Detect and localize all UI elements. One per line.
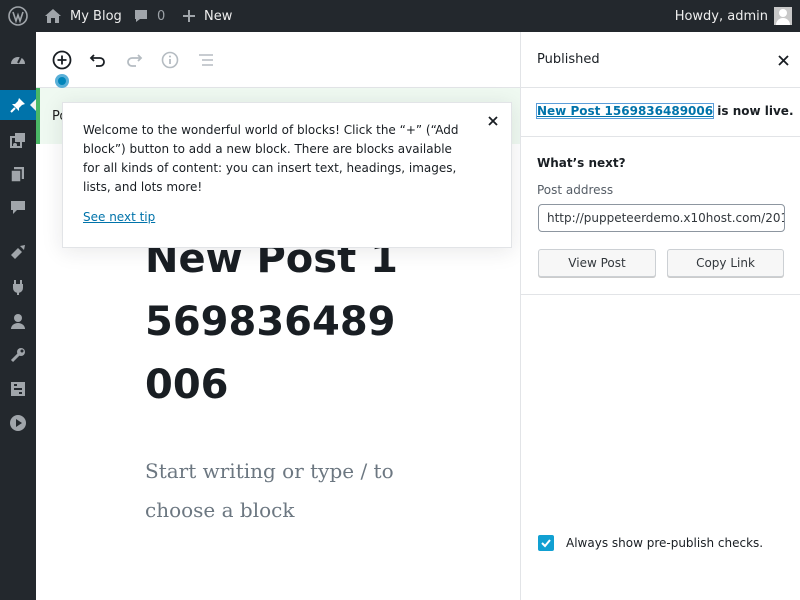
- block-placeholder[interactable]: Start writing or type / to choose a bloc…: [145, 452, 405, 530]
- comment-count: 0: [157, 8, 166, 24]
- copy-link-button[interactable]: Copy Link: [667, 249, 784, 277]
- post-link[interactable]: New Post 1569836489006: [535, 103, 715, 119]
- block-navigation-button[interactable]: [194, 48, 218, 72]
- editor-toolbar: [36, 32, 520, 88]
- live-suffix: is now live.: [713, 104, 794, 118]
- comments-icon[interactable]: [0, 192, 36, 222]
- avatar: [774, 7, 792, 25]
- close-tip-button[interactable]: [485, 113, 501, 129]
- see-next-tip-link[interactable]: See next tip: [83, 210, 155, 224]
- pre-publish-checkbox[interactable]: [538, 535, 554, 551]
- pre-publish-checks-option: Always show pre-publish checks.: [538, 535, 763, 551]
- comment-bubble-icon: [135, 10, 147, 22]
- checkbox-label: Always show pre-publish checks.: [566, 536, 764, 550]
- site-name-label: My Blog: [70, 8, 122, 24]
- admin-bar: My Blog 0 New Howdy, admin: [0, 0, 800, 32]
- close-panel-button[interactable]: [775, 52, 791, 68]
- howdy-label: Howdy, admin: [674, 8, 768, 24]
- content-info-button[interactable]: [158, 48, 182, 72]
- site-name-link[interactable]: My Blog: [44, 0, 122, 32]
- info-icon: [161, 51, 179, 69]
- add-block-button[interactable]: [50, 48, 74, 72]
- plus-icon: [183, 10, 195, 22]
- close-icon: [488, 116, 498, 126]
- dashboard-icon[interactable]: [0, 45, 36, 75]
- wordpress-logo-icon[interactable]: [0, 0, 36, 32]
- my-account-link[interactable]: Howdy, admin: [675, 0, 792, 32]
- media-icon[interactable]: [0, 125, 36, 155]
- redo-button[interactable]: [122, 48, 146, 72]
- checkmark-icon: [541, 539, 551, 548]
- list-icon: [199, 54, 213, 66]
- whats-next-heading: What’s next?: [537, 156, 626, 170]
- tools-icon[interactable]: [0, 340, 36, 370]
- pages-icon[interactable]: [0, 159, 36, 189]
- post-address-input[interactable]: http://puppeteerdemo.x10host.com/2019/09…: [538, 204, 785, 232]
- tip-text: Welcome to the wonderful world of blocks…: [83, 123, 459, 194]
- post-live-message: New Post 1569836489006 is now live.: [535, 103, 794, 119]
- play-icon[interactable]: [0, 408, 36, 438]
- new-content-link[interactable]: New: [182, 0, 232, 32]
- undo-button[interactable]: [86, 48, 110, 72]
- panel-header: Published: [521, 32, 800, 88]
- home-icon: [45, 9, 61, 23]
- view-post-button[interactable]: View Post: [538, 249, 656, 277]
- close-icon: [777, 54, 789, 66]
- divider: [521, 294, 800, 295]
- admin-side-menu: [0, 32, 36, 600]
- post-address-label: Post address: [537, 183, 614, 197]
- comments-link[interactable]: 0: [133, 0, 165, 32]
- new-label: New: [204, 8, 233, 24]
- post-title[interactable]: New Post 1569836489006: [145, 228, 415, 417]
- appearance-icon[interactable]: [0, 237, 36, 267]
- undo-icon: [89, 54, 105, 67]
- users-icon[interactable]: [0, 306, 36, 336]
- panel-title: Published: [537, 52, 600, 67]
- redo-icon: [127, 54, 143, 67]
- post-publish-panel: Published New Post 1569836489006 is now …: [520, 32, 800, 600]
- settings-icon[interactable]: [0, 374, 36, 404]
- pin-icon[interactable]: [0, 90, 36, 120]
- welcome-tip-popover: Welcome to the wonderful world of blocks…: [62, 102, 512, 248]
- tip-indicator-dot[interactable]: [55, 74, 69, 88]
- plus-circle-icon: [52, 50, 72, 70]
- plugins-icon[interactable]: [0, 272, 36, 302]
- divider: [521, 136, 800, 137]
